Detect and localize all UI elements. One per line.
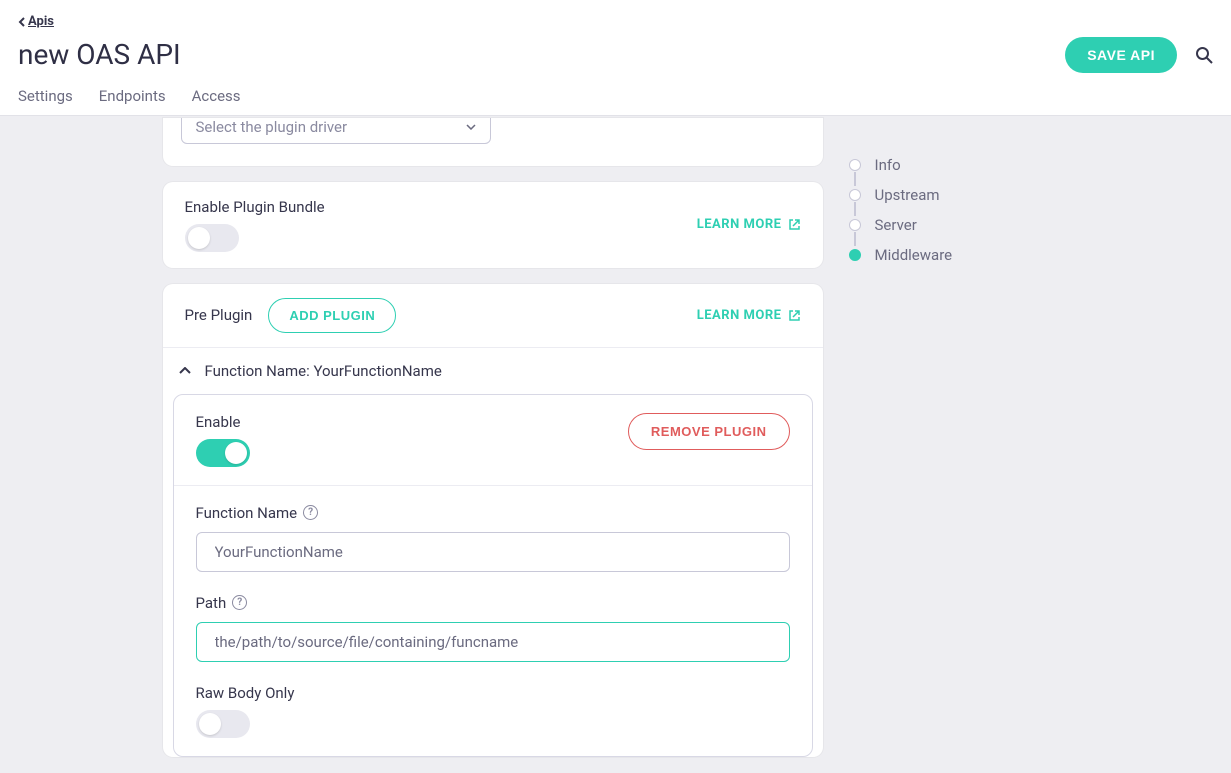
pre-plugin-label: Pre Plugin [185,306,253,324]
save-api-button[interactable]: SAVE API [1065,37,1177,73]
chevron-up-icon [179,367,191,375]
add-plugin-button[interactable]: ADD PLUGIN [268,298,396,333]
search-icon[interactable] [1195,46,1213,64]
plugin-config-panel: Enable REMOVE PLUGIN Function Name ? Pat… [173,394,813,757]
external-link-icon [788,218,801,231]
section-stepper: Info Upstream Server Middleware [849,150,1069,270]
function-name-input[interactable] [196,532,790,572]
stepper-middleware[interactable]: Middleware [849,240,1069,270]
plugin-driver-card: Select the plugin driver [163,118,823,166]
enable-bundle-toggle[interactable] [185,224,239,252]
enable-bundle-card: Enable Plugin Bundle LEARN MORE [163,182,823,268]
plugin-driver-select[interactable]: Select the plugin driver [181,118,491,144]
help-icon[interactable]: ? [232,595,247,610]
pre-plugin-learn-more[interactable]: LEARN MORE [697,308,801,323]
tab-access[interactable]: Access [192,87,241,105]
stepper-upstream[interactable]: Upstream [849,180,1069,210]
path-input[interactable] [196,622,790,662]
plugin-accordion-header[interactable]: Function Name: YourFunctionName [163,347,823,394]
stepper-server[interactable]: Server [849,210,1069,240]
chevron-down-icon [466,124,476,130]
breadcrumb-label: Apis [28,14,54,29]
page-title: new OAS API [18,38,181,71]
stepper-info[interactable]: Info [849,150,1069,180]
raw-body-toggle[interactable] [196,710,250,738]
enable-plugin-toggle[interactable] [196,439,250,467]
tab-endpoints[interactable]: Endpoints [99,87,166,105]
help-icon[interactable]: ? [303,505,318,520]
chevron-left-icon [18,17,26,27]
accordion-title: Function Name: YourFunctionName [205,362,442,380]
learn-more-label: LEARN MORE [697,308,782,323]
function-name-label: Function Name [196,504,298,522]
pre-plugin-card: Pre Plugin ADD PLUGIN LEARN MORE Functio… [163,284,823,757]
tab-settings[interactable]: Settings [18,87,73,105]
enable-bundle-label: Enable Plugin Bundle [185,198,325,216]
path-label: Path [196,594,227,612]
raw-body-label: Raw Body Only [196,684,295,702]
breadcrumb[interactable]: Apis [18,14,54,29]
plugin-driver-placeholder: Select the plugin driver [196,118,348,136]
enable-bundle-learn-more[interactable]: LEARN MORE [697,217,801,232]
learn-more-label: LEARN MORE [697,217,782,232]
enable-plugin-label: Enable [196,413,250,431]
remove-plugin-button[interactable]: REMOVE PLUGIN [628,413,790,450]
external-link-icon [788,309,801,322]
